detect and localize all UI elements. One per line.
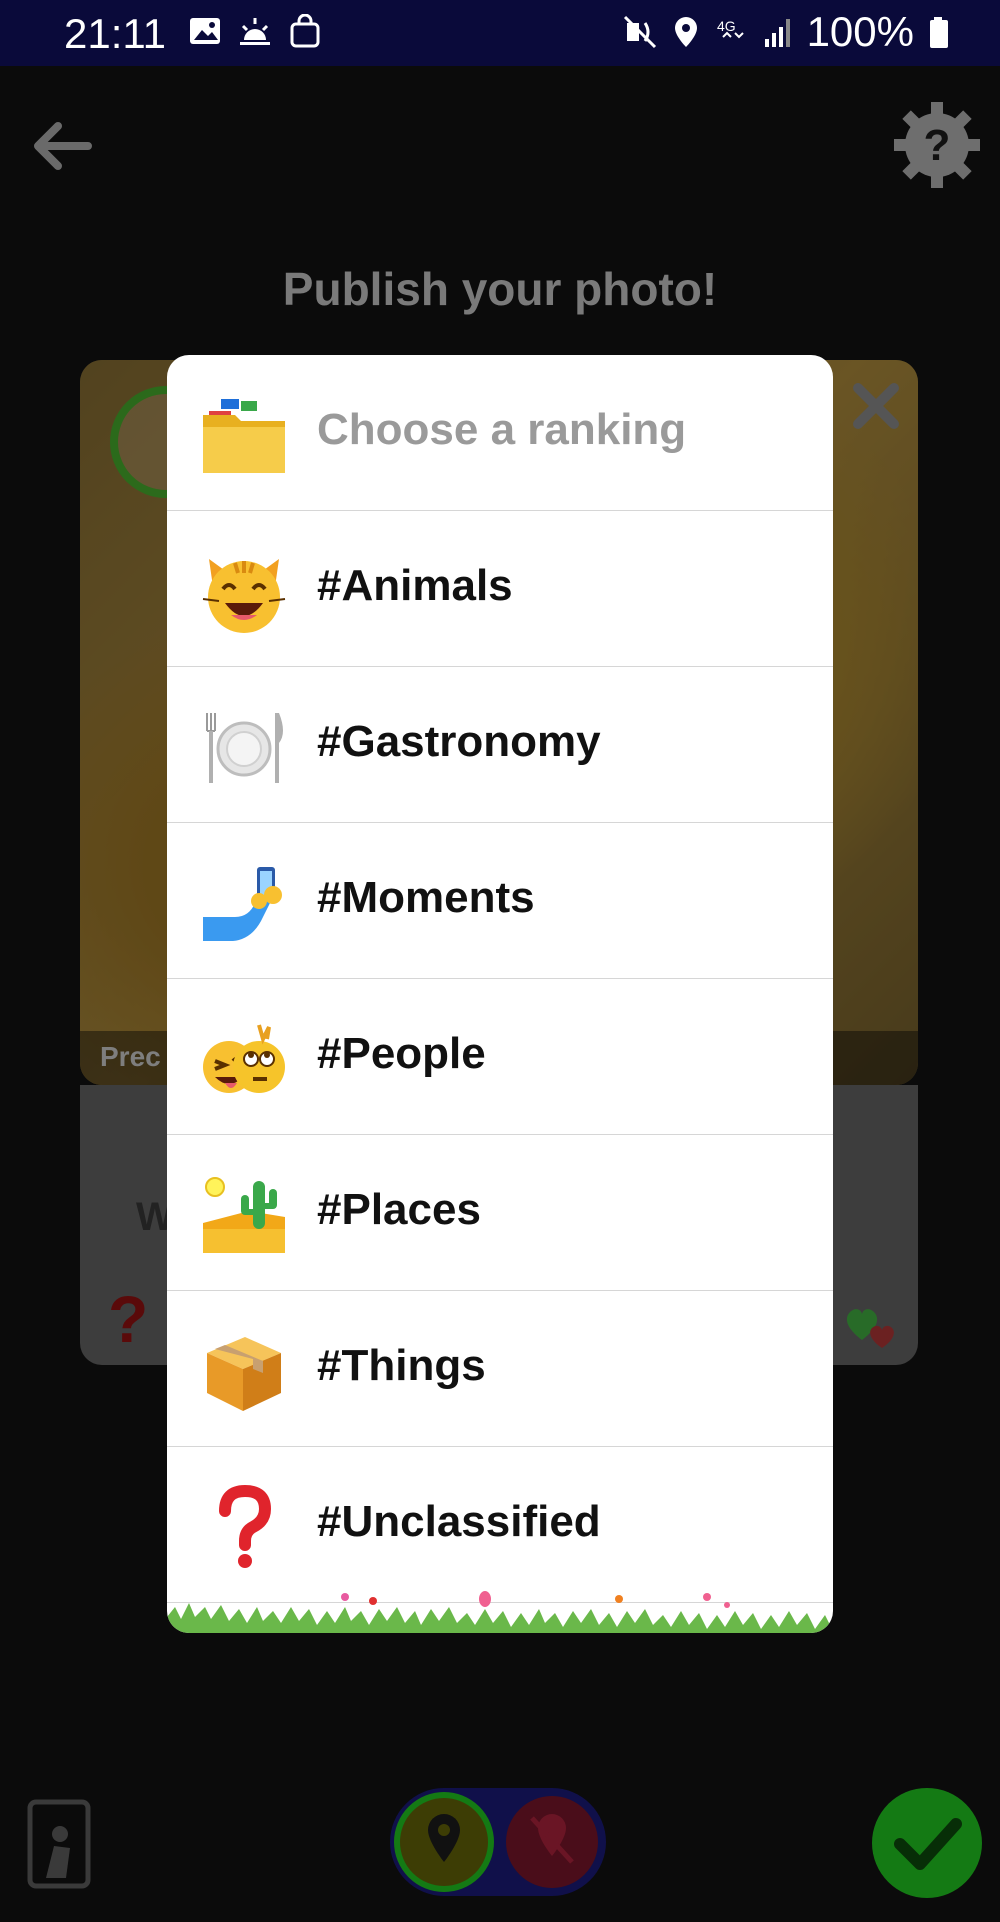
ranking-label: #People <box>317 1029 486 1078</box>
unknown-category-icon[interactable]: ? <box>108 1281 148 1357</box>
ranking-label: #Things <box>317 1341 486 1390</box>
question-mark-icon <box>219 1485 272 1568</box>
ranking-item-people[interactable]: #People <box>167 979 833 1135</box>
precision-label: Prec <box>100 1041 161 1072</box>
gallery-icon <box>190 18 220 44</box>
network-4g-icon: 4G <box>717 18 744 39</box>
location-pin-icon <box>428 1814 460 1862</box>
package-icon <box>207 1337 281 1411</box>
location-icon <box>674 17 697 47</box>
ranking-item-animals[interactable]: #Animals <box>167 511 833 667</box>
faces-icon <box>203 1024 285 1093</box>
ranking-label: #Unclassified <box>317 1497 601 1546</box>
status-bar: 21:11 4G 100% <box>0 0 1000 66</box>
ranking-label: #Moments <box>317 873 535 922</box>
selfie-camera-icon[interactable] <box>26 1798 92 1890</box>
location-off-button[interactable] <box>506 1796 598 1888</box>
location-off-icon <box>530 1814 574 1864</box>
shopping-bag-icon <box>290 14 320 48</box>
back-arrow-icon[interactable] <box>30 118 94 174</box>
dialog-title: Choose a ranking <box>317 405 687 454</box>
confirm-button[interactable] <box>872 1788 982 1898</box>
svg-text:?: ? <box>924 121 951 170</box>
cat-face-icon <box>202 559 286 633</box>
ranking-label: #Gastronomy <box>317 717 601 766</box>
help-gear-icon[interactable]: ? <box>892 100 982 190</box>
grass-decoration <box>167 1591 833 1633</box>
svg-text:4G: 4G <box>717 18 736 34</box>
close-icon[interactable] <box>846 376 906 436</box>
battery-icon <box>930 17 948 48</box>
signal-icon <box>764 19 790 47</box>
ranking-dialog: Choose a ranking #Animals #Gastronomy #M… <box>167 355 833 1633</box>
page-title: Publish your photo! <box>282 263 718 315</box>
ranking-item-gastronomy[interactable]: #Gastronomy <box>167 667 833 823</box>
ranking-label: #Animals <box>317 561 513 610</box>
status-time: 21:11 <box>64 10 166 57</box>
folder-icon <box>203 399 285 473</box>
hearts-icon[interactable] <box>842 1296 904 1352</box>
mute-icon <box>623 15 656 49</box>
selfie-icon <box>203 867 282 941</box>
plate-cutlery-icon <box>206 713 283 783</box>
weather-icon <box>240 18 270 45</box>
ranking-item-places[interactable]: #Places <box>167 1135 833 1291</box>
desert-icon <box>203 1177 285 1253</box>
location-on-button[interactable] <box>394 1792 494 1892</box>
ranking-item-moments[interactable]: #Moments <box>167 823 833 979</box>
battery-percent: 100% <box>806 8 914 55</box>
ranking-item-things[interactable]: #Things <box>167 1291 833 1447</box>
ranking-label: #Places <box>317 1185 481 1234</box>
ranking-item-unclassified[interactable]: #Unclassified <box>167 1447 833 1603</box>
dialog-header: Choose a ranking <box>167 355 833 511</box>
checkmark-icon <box>894 1818 962 1870</box>
